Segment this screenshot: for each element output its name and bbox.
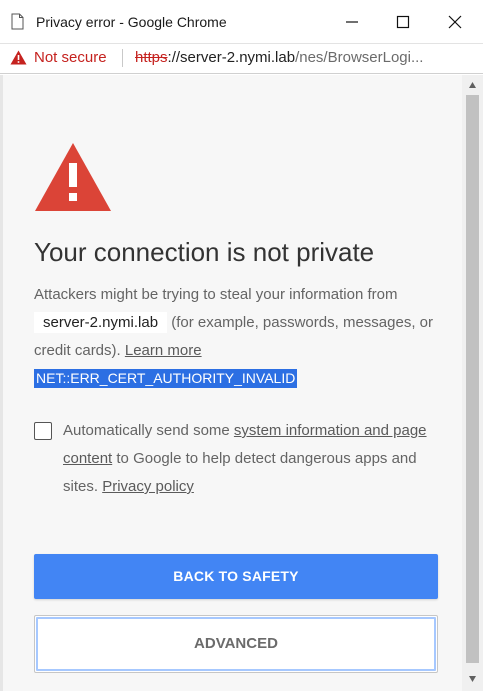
- back-to-safety-button[interactable]: BACK TO SAFETY: [34, 554, 438, 599]
- extended-reporting-text: Automatically send some system informati…: [63, 417, 443, 501]
- not-secure-label[interactable]: Not secure: [34, 49, 107, 66]
- minimize-icon[interactable]: [340, 10, 364, 34]
- advanced-button[interactable]: ADVANCED: [34, 615, 438, 673]
- url-host: ://server-2.nymi.lab: [167, 49, 296, 66]
- page-title: Your connection is not private: [34, 237, 375, 267]
- error-code[interactable]: NET::ERR_CERT_AUTHORITY_INVALID: [34, 369, 298, 388]
- maximize-icon[interactable]: [391, 10, 415, 34]
- title-bar: Privacy error - Google Chrome: [0, 0, 483, 44]
- interstitial-content: Your connection is not private Attackers…: [0, 75, 462, 691]
- danger-triangle-icon: [35, 143, 111, 211]
- learn-more-link[interactable]: Learn more: [125, 342, 202, 359]
- warning-icon[interactable]: [10, 50, 27, 65]
- close-icon[interactable]: [443, 10, 467, 34]
- privacy-policy-link[interactable]: Privacy policy: [102, 478, 194, 495]
- address-bar[interactable]: Not secure https://server-2.nymi.lab/nes…: [0, 44, 483, 74]
- advanced-button-label: ADVANCED: [194, 635, 278, 652]
- scroll-up-arrow-icon[interactable]: [468, 81, 477, 89]
- page-icon: [11, 13, 24, 30]
- extended-reporting-checkbox[interactable]: [34, 422, 52, 440]
- url-scheme: https: [135, 49, 168, 66]
- url-path: /nes/BrowserLogi...: [295, 49, 424, 66]
- vertical-scrollbar[interactable]: [462, 75, 483, 691]
- host-name: server-2.nymi.lab: [34, 312, 168, 333]
- body-text-part1: Attackers might be trying to steal your …: [34, 286, 398, 303]
- address-separator: [122, 49, 123, 67]
- main-message: Attackers might be trying to steal your …: [34, 281, 444, 393]
- url-field[interactable]: https://server-2.nymi.lab/nes/BrowserLog…: [135, 49, 465, 66]
- extended-prefix: Automatically send some: [63, 422, 230, 439]
- scrollbar-thumb[interactable]: [466, 95, 479, 663]
- scroll-down-arrow-icon[interactable]: [468, 675, 477, 683]
- window-title: Privacy error - Google Chrome: [36, 14, 227, 30]
